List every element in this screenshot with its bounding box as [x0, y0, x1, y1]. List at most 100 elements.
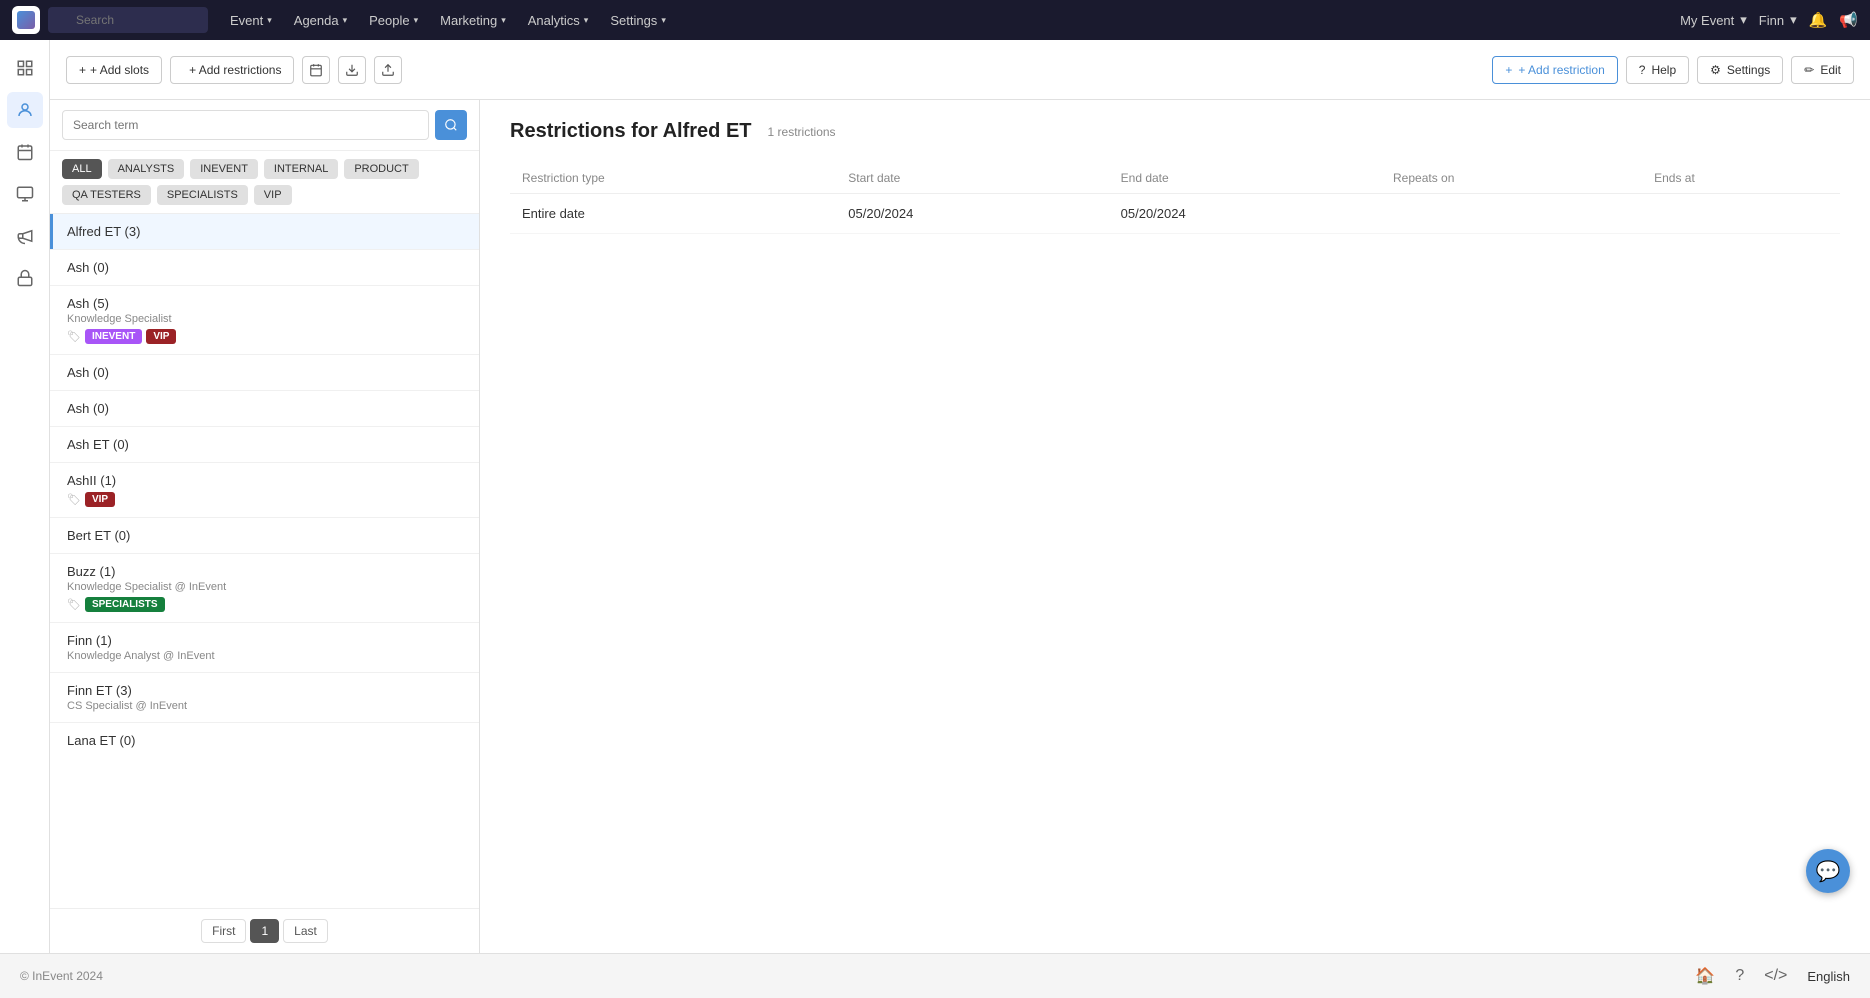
help-icon: ? [1639, 63, 1646, 77]
label-inevent: INEVENT [85, 329, 142, 344]
filter-vip[interactable]: VIP [254, 185, 292, 205]
label-specialists: SPECIALISTS [85, 597, 165, 612]
last-page-button[interactable]: Last [283, 919, 328, 943]
person-role: Knowledge Specialist [67, 313, 465, 325]
col-type: Restriction type [510, 163, 836, 194]
sidebar-item-calendar[interactable] [7, 134, 43, 170]
nav-settings[interactable]: Settings ▾ [600, 9, 676, 32]
list-item[interactable]: Ash (0) [50, 250, 479, 285]
nav-items: Event ▾ Agenda ▾ People ▾ Marketing ▾ An… [220, 9, 676, 32]
nav-marketing[interactable]: Marketing ▾ [430, 9, 516, 32]
edit-icon: ✏ [1804, 63, 1814, 77]
person-name: Alfred ET (3) [67, 224, 465, 239]
table-body: Entire date 05/20/2024 05/20/2024 [510, 194, 1840, 234]
export-icon-button[interactable] [338, 56, 366, 84]
gear-icon: ⚙ [1710, 63, 1721, 77]
people-search-input[interactable] [62, 110, 429, 140]
add-restriction-button[interactable]: + + Add restriction [1492, 56, 1617, 84]
chevron-down-icon: ▾ [661, 15, 666, 26]
notifications-icon[interactable]: 🔔 [1809, 11, 1828, 29]
home-icon[interactable]: 🏠 [1695, 966, 1715, 986]
left-panel: ALL ANALYSTS INEVENT INTERNAL PRODUCT QA… [50, 100, 480, 953]
list-item[interactable]: Ash (0) [50, 391, 479, 426]
calendar-icon-button[interactable] [302, 56, 330, 84]
add-restrictions-button[interactable]: + Add restrictions [170, 56, 294, 84]
sidebar [0, 40, 50, 953]
app-logo[interactable] [12, 6, 40, 34]
user-dropdown[interactable]: Finn ▾ [1759, 12, 1797, 28]
col-end: End date [1109, 163, 1381, 194]
list-item[interactable]: Buzz (1) Knowledge Specialist @ InEvent … [50, 554, 479, 622]
table-row[interactable]: Entire date 05/20/2024 05/20/2024 [510, 194, 1840, 234]
language-selector[interactable]: English [1807, 969, 1850, 984]
my-event-dropdown[interactable]: My Event ▾ [1680, 12, 1747, 28]
top-search-input[interactable] [48, 7, 208, 33]
alert-icon[interactable]: 📢 [1839, 11, 1858, 29]
filter-specialists[interactable]: SPECIALISTS [157, 185, 248, 205]
filter-analysts[interactable]: ANALYSTS [108, 159, 185, 179]
tag-icon: 🏷 [67, 598, 81, 611]
list-item[interactable]: AshII (1) 🏷 VIP [50, 463, 479, 517]
tag-icon: 🏷 [67, 330, 81, 343]
toolbar: + + Add slots + Add restrictions + + Add… [50, 40, 1870, 100]
chevron-down-icon: ▾ [267, 15, 272, 26]
chat-bubble[interactable]: 💬 [1806, 849, 1850, 893]
page-1-button[interactable]: 1 [250, 919, 279, 943]
filter-internal[interactable]: INTERNAL [264, 159, 338, 179]
person-labels: 🏷 SPECIALISTS [67, 597, 465, 612]
col-ends: Ends at [1642, 163, 1840, 194]
person-name: Ash (0) [67, 365, 465, 380]
content-area: ALL ANALYSTS INEVENT INTERNAL PRODUCT QA… [50, 100, 1870, 953]
nav-people[interactable]: People ▾ [359, 9, 428, 32]
list-item[interactable]: Finn ET (3) CS Specialist @ InEvent [50, 673, 479, 722]
filter-product[interactable]: PRODUCT [344, 159, 418, 179]
sidebar-item-dashboard[interactable] [7, 50, 43, 86]
filter-all[interactable]: ALL [62, 159, 102, 179]
person-name: Finn ET (3) [67, 683, 465, 698]
list-item[interactable]: Finn (1) Knowledge Analyst @ InEvent [50, 623, 479, 672]
nav-analytics[interactable]: Analytics ▾ [518, 9, 599, 32]
cell-start: 05/20/2024 [836, 194, 1108, 234]
chevron-down-icon: ▾ [584, 15, 589, 26]
list-item[interactable]: Lana ET (0) [50, 723, 479, 758]
cell-repeats [1381, 194, 1642, 234]
footer-right: 🏠 ? </> English [1695, 966, 1850, 986]
search-area [50, 100, 479, 151]
pagination: First 1 Last [50, 908, 479, 953]
help-button[interactable]: ? Help [1626, 56, 1689, 84]
sidebar-item-monitor[interactable] [7, 176, 43, 212]
list-item[interactable]: Alfred ET (3) [50, 214, 479, 249]
person-role: Knowledge Specialist @ InEvent [67, 581, 465, 593]
nav-event[interactable]: Event ▾ [220, 9, 282, 32]
import-icon-button[interactable] [374, 56, 402, 84]
right-panel: Restrictions for Alfred ET 1 restriction… [480, 100, 1870, 953]
code-icon[interactable]: </> [1764, 967, 1787, 985]
list-item[interactable]: Ash (0) [50, 355, 479, 390]
person-name: Ash ET (0) [67, 437, 465, 452]
question-icon[interactable]: ? [1735, 967, 1744, 985]
edit-button[interactable]: ✏ Edit [1791, 56, 1854, 84]
people-list: Alfred ET (3) Ash (0) Ash (5) Knowledge … [50, 214, 479, 908]
person-labels: 🏷 VIP [67, 492, 465, 507]
sidebar-item-megaphone[interactable] [7, 218, 43, 254]
footer: © InEvent 2024 🏠 ? </> English [0, 953, 1870, 998]
list-item[interactable]: Ash (5) Knowledge Specialist 🏷 INEVENT V… [50, 286, 479, 354]
table-header: Restriction type Start date End date Rep… [510, 163, 1840, 194]
person-name: Ash (0) [67, 260, 465, 275]
cell-ends-at [1642, 194, 1840, 234]
nav-agenda[interactable]: Agenda ▾ [284, 9, 357, 32]
person-labels: 🏷 INEVENT VIP [67, 329, 465, 344]
add-slots-button[interactable]: + + Add slots [66, 56, 162, 84]
table-header-row: Restriction type Start date End date Rep… [510, 163, 1840, 194]
first-page-button[interactable]: First [201, 919, 246, 943]
settings-button[interactable]: ⚙ Settings [1697, 56, 1783, 84]
search-button[interactable] [435, 110, 467, 140]
filter-qatesters[interactable]: QA TESTERS [62, 185, 151, 205]
sidebar-item-lock[interactable] [7, 260, 43, 296]
list-item[interactable]: Bert ET (0) [50, 518, 479, 553]
tag-icon: 🏷 [67, 493, 81, 506]
list-item[interactable]: Ash ET (0) [50, 427, 479, 462]
filter-inevent[interactable]: INEVENT [190, 159, 258, 179]
cell-type: Entire date [510, 194, 836, 234]
sidebar-item-people[interactable] [7, 92, 43, 128]
